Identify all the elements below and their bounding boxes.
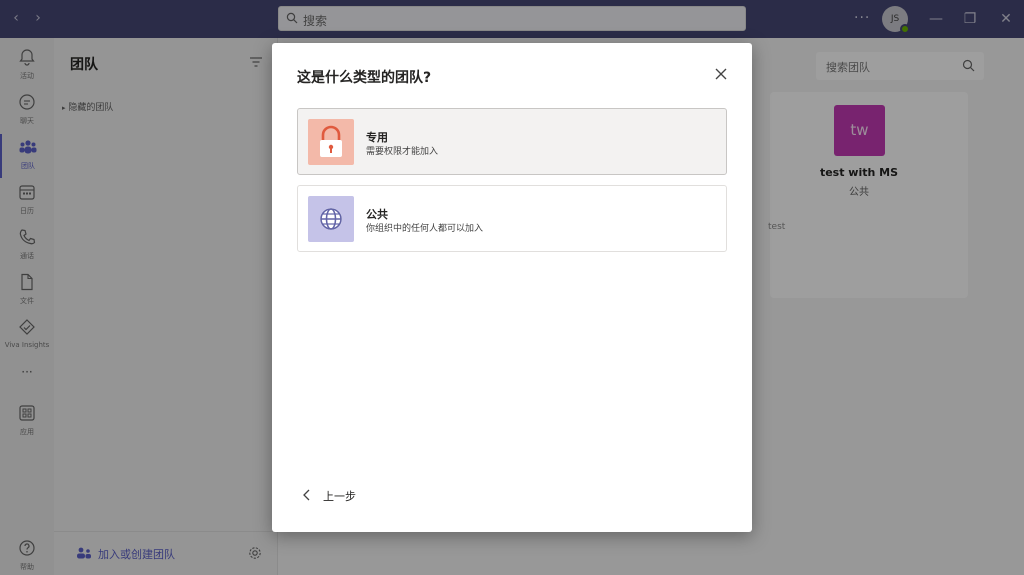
option-description: 你组织中的任何人都可以加入 xyxy=(366,224,484,234)
back-label: 上一步 xyxy=(323,490,356,503)
close-icon[interactable] xyxy=(713,66,729,82)
option-name: 专用 xyxy=(366,131,388,144)
dialog-title: 这是什么类型的团队? xyxy=(297,70,432,86)
private-option-icon-tile xyxy=(308,119,354,165)
globe-icon xyxy=(320,208,342,230)
option-name: 公共 xyxy=(366,208,388,221)
lock-icon xyxy=(320,125,342,157)
chevron-left-icon xyxy=(303,489,310,501)
public-option-icon-tile xyxy=(308,196,354,242)
option-description: 需要权限才能加入 xyxy=(366,147,439,157)
public-team-option[interactable]: 公共 你组织中的任何人都可以加入 xyxy=(297,185,727,252)
team-type-dialog: 这是什么类型的团队? 专用 需要权限才能加入 公共 你组织中的任何人都可以加入 … xyxy=(272,43,752,532)
private-team-option[interactable]: 专用 需要权限才能加入 xyxy=(297,108,727,175)
